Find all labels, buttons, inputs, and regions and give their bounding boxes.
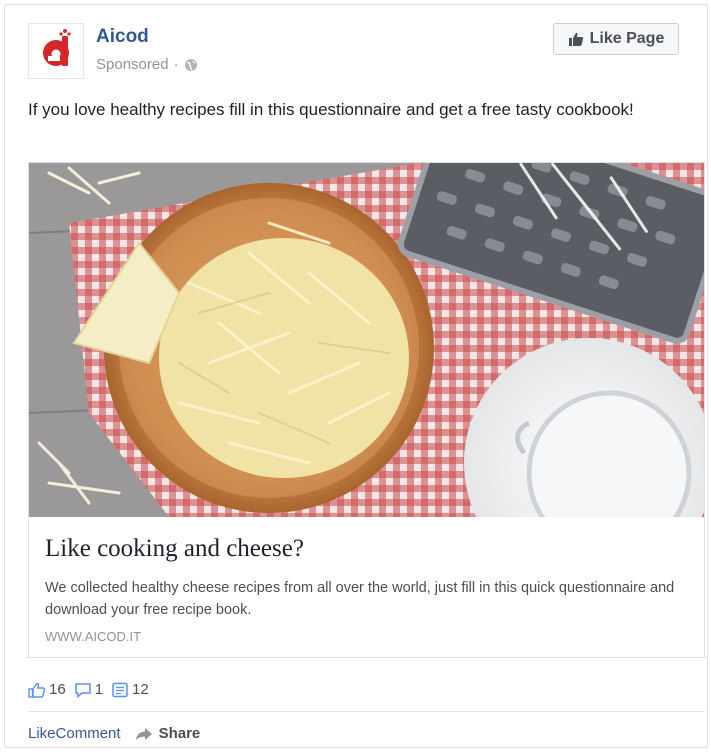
comment-action[interactable]: Comment <box>56 725 121 742</box>
link-preview-card[interactable]: Like cooking and cheese? We collected he… <box>28 162 705 658</box>
share-count-icon <box>112 682 128 697</box>
shares-count[interactable]: 12 <box>111 681 149 698</box>
separator-dot: · <box>173 56 179 73</box>
page-avatar[interactable] <box>28 23 84 79</box>
page-name-link[interactable]: Aicod <box>96 26 149 48</box>
sponsored-post: Aicod Sponsored · Like Page If you love … <box>4 4 708 748</box>
like-action[interactable]: Like <box>28 725 56 742</box>
likes-count-value: 16 <box>49 681 66 698</box>
actions-divider <box>28 711 705 712</box>
like-page-button[interactable]: Like Page <box>553 23 679 55</box>
thumbs-up-icon <box>568 32 583 46</box>
post-message: If you love healthy recipes fill in this… <box>28 100 634 119</box>
link-title[interactable]: Like cooking and cheese? <box>45 535 304 563</box>
cheese-photo-illustration <box>29 163 704 517</box>
comments-count[interactable]: 1 <box>74 681 103 698</box>
sponsored-row: Sponsored · <box>96 56 198 73</box>
comments-count-value: 1 <box>94 681 104 698</box>
shares-count-value: 12 <box>132 681 149 698</box>
likes-count[interactable]: 16 <box>28 681 66 698</box>
globe-icon[interactable] <box>184 58 198 72</box>
link-domain: WWW.AICOD.IT <box>45 629 142 644</box>
post-actions: Like Comment Share <box>28 725 200 742</box>
aicod-logo-icon <box>43 29 71 66</box>
share-action[interactable]: Share <box>135 725 201 742</box>
comment-count-icon <box>74 682 91 698</box>
engagement-counts: 16 1 12 <box>28 681 157 698</box>
cheese-photo[interactable] <box>29 163 704 517</box>
share-arrow-icon <box>135 727 152 740</box>
like-count-icon <box>28 682 46 698</box>
share-label: Share <box>158 725 201 742</box>
like-page-label: Like Page <box>589 30 665 47</box>
link-description: We collected healthy cheese recipes from… <box>45 580 675 618</box>
sponsored-label[interactable]: Sponsored <box>96 56 169 73</box>
